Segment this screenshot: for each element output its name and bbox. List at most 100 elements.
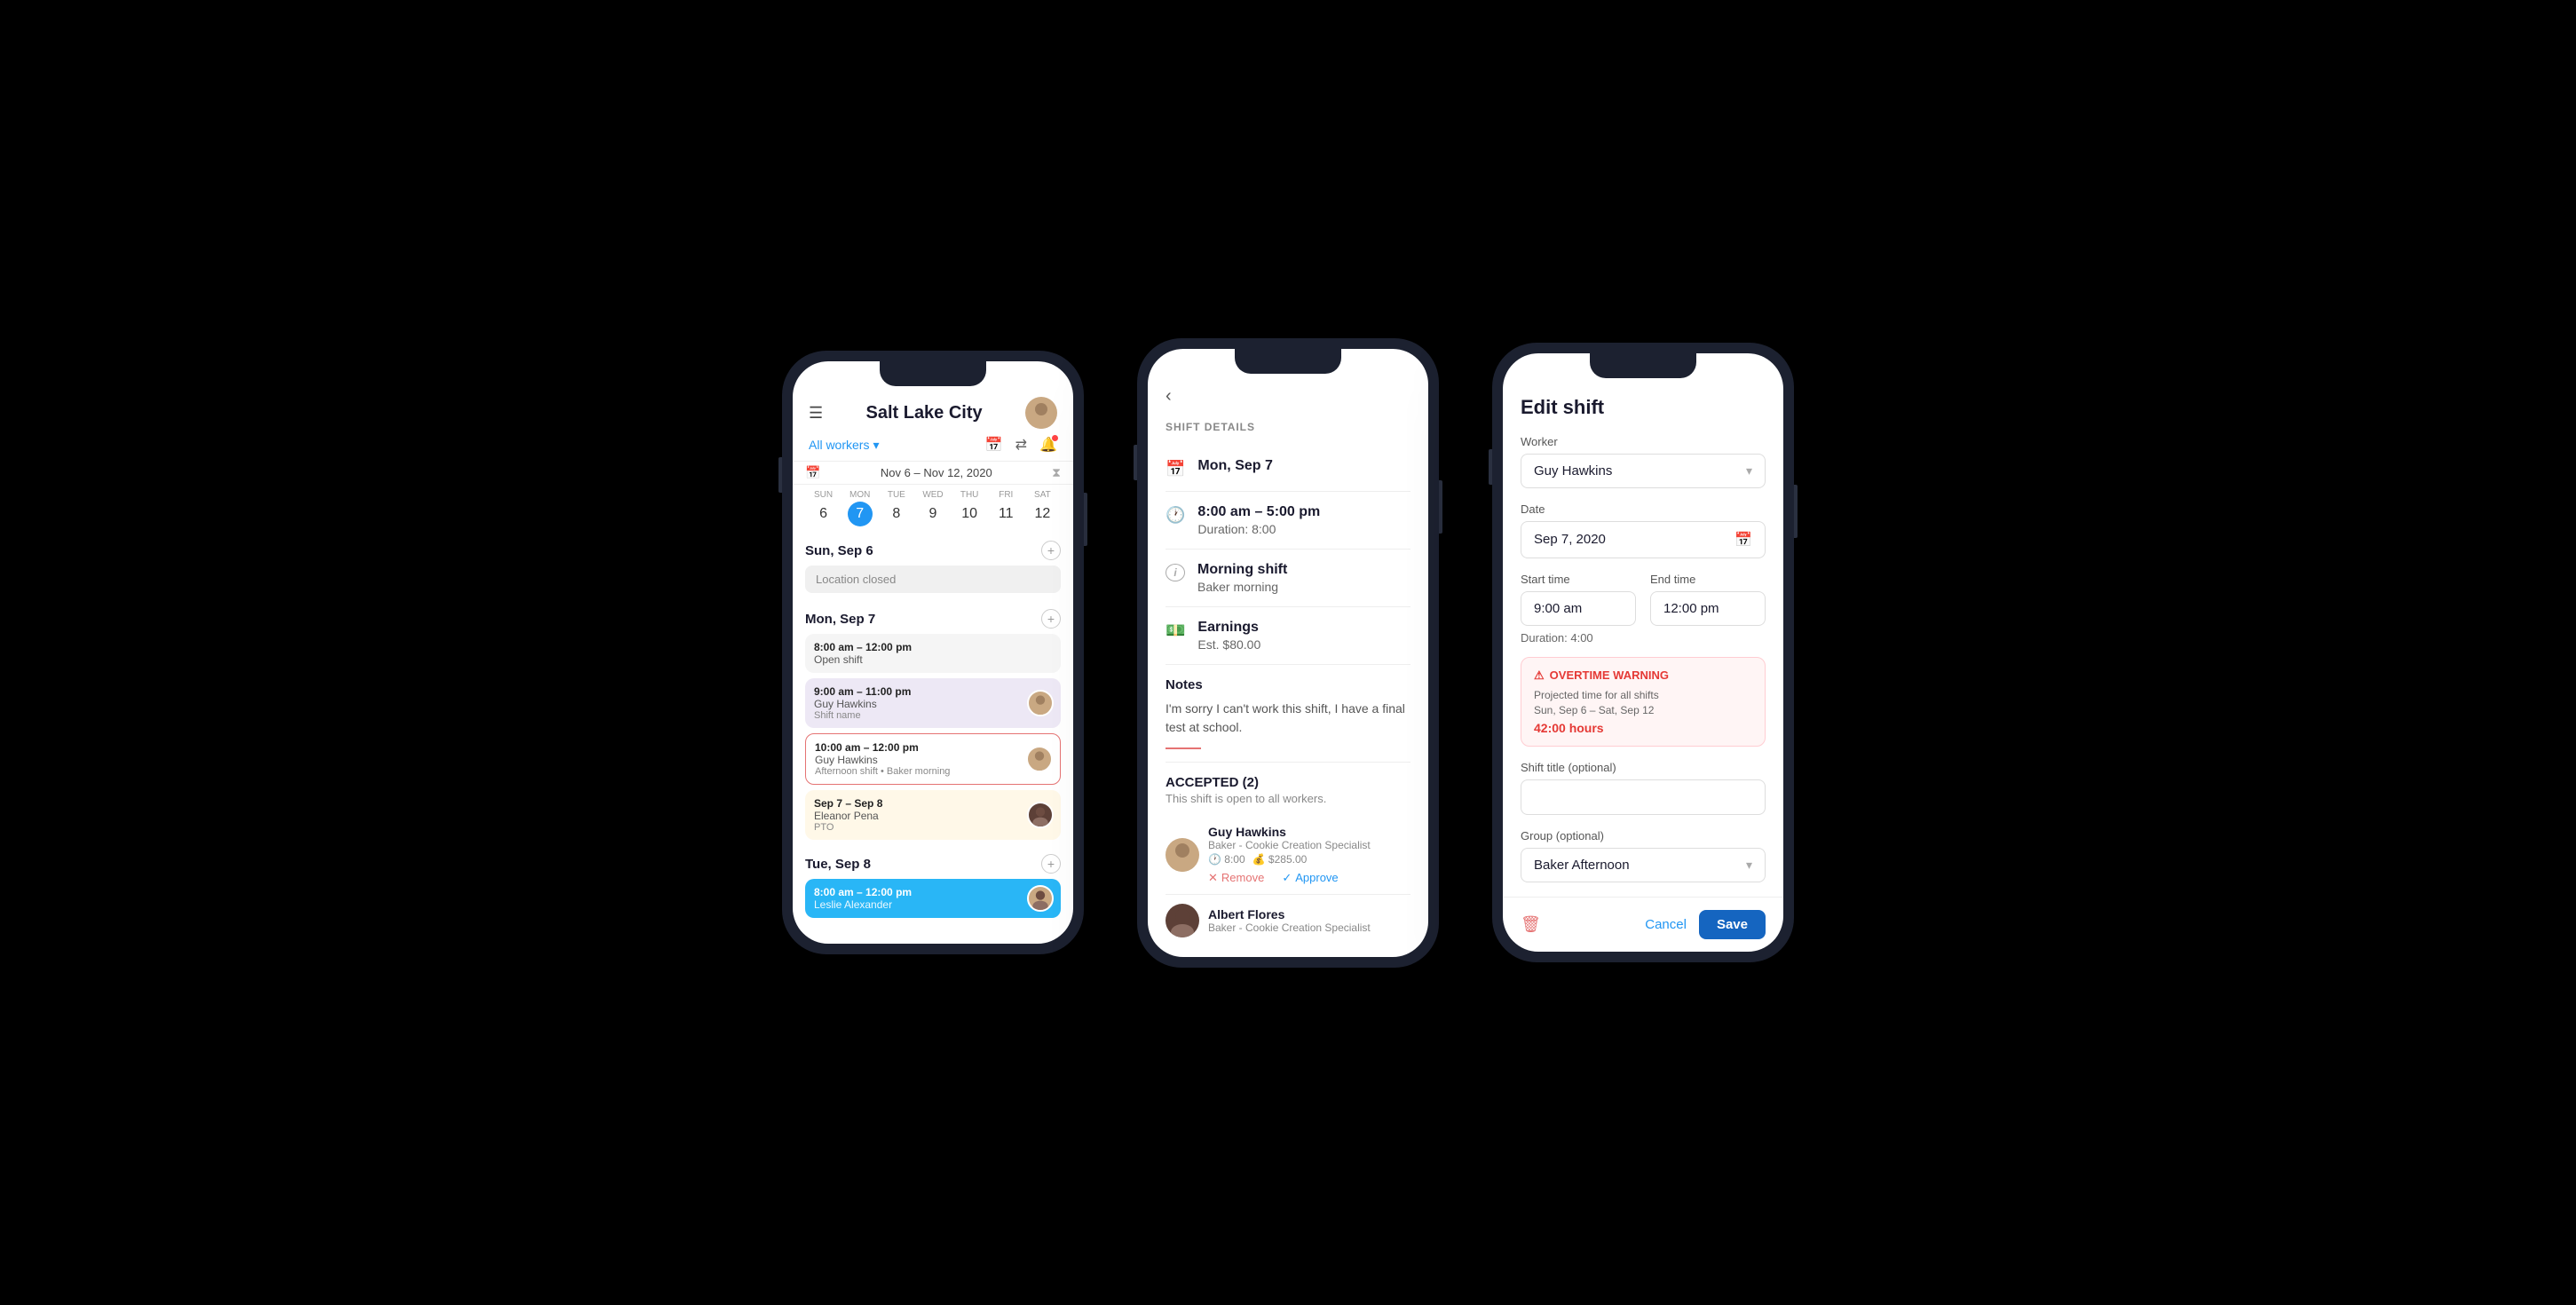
day-mon[interactable]: MON 7 xyxy=(842,490,878,526)
location-closed-label: Location closed xyxy=(805,566,1061,593)
end-time-label: End time xyxy=(1650,573,1766,586)
shift-sub: Shift name xyxy=(814,710,1052,721)
bottom-bar: 🗑 Cancel Save xyxy=(1503,897,1783,952)
notification-icon[interactable]: 🔔 xyxy=(1039,436,1057,454)
shift-time: 9:00 am – 11:00 pm xyxy=(814,685,1052,698)
warning-icon: ⚠ xyxy=(1534,668,1545,683)
p2-content: ‹ SHIFT DETAILS 📅 Mon, Sep 7 🕐 8:00 am –… xyxy=(1148,374,1428,957)
menu-icon[interactable]: ☰ xyxy=(809,404,823,423)
worker-actions: ✕ Remove ✓ Approve xyxy=(1208,871,1371,885)
mon-sep7-title: Mon, Sep 7 xyxy=(805,612,875,627)
time-row: 🕐 8:00 am – 5:00 pm Duration: 8:00 xyxy=(1166,492,1410,550)
shift-guy-purple[interactable]: 9:00 am – 11:00 pm Guy Hawkins Shift nam… xyxy=(805,678,1061,728)
shift-time: Sep 7 – Sep 8 xyxy=(814,797,1052,810)
shift-sub: Afternoon shift • Baker morning xyxy=(815,766,1051,777)
tue-sep8-add-btn[interactable]: + xyxy=(1041,854,1061,874)
shuffle-icon[interactable]: ⇄ xyxy=(1015,436,1027,454)
warning-hours: 42:00 hours xyxy=(1534,721,1752,735)
date-label: Date xyxy=(1521,502,1766,516)
shift-details-title: SHIFT DETAILS xyxy=(1166,414,1410,446)
shift-avatar xyxy=(1027,690,1054,716)
shift-title-input[interactable] xyxy=(1521,779,1766,815)
accepted-section: ACCEPTED (2) This shift is open to all w… xyxy=(1166,763,1410,957)
info-icon: i xyxy=(1166,564,1185,581)
phone-3-inner: Edit shift Worker Guy Hawkins ▾ Date Sep… xyxy=(1503,353,1783,953)
sun-sep6-header: Sun, Sep 6 + xyxy=(805,532,1061,566)
cancel-button[interactable]: Cancel xyxy=(1645,917,1687,932)
shift-open[interactable]: 8:00 am – 12:00 pm Open shift xyxy=(805,634,1061,673)
tue-sep8-title: Tue, Sep 8 xyxy=(805,857,871,872)
shift-time: 8:00 am – 5:00 pm xyxy=(1197,504,1320,520)
day-wed[interactable]: WED 9 xyxy=(914,490,951,526)
approve-icon: ✓ xyxy=(1282,871,1292,885)
warning-title: ⚠ OVERTIME WARNING xyxy=(1534,668,1752,683)
filter-icon-sm[interactable]: ⧗ xyxy=(1052,465,1061,480)
duration-label: Duration: 4:00 xyxy=(1521,631,1766,645)
days-row: SUN 6 MON 7 TUE 8 WED 9 xyxy=(793,485,1073,532)
group-select[interactable]: Baker Afternoon ▾ xyxy=(1521,848,1766,882)
shift-avatar-wrap xyxy=(1027,802,1054,828)
worker-role: Baker - Cookie Creation Specialist xyxy=(1208,839,1371,851)
calendar-icon[interactable]: 📅 xyxy=(985,436,1003,454)
day-fri[interactable]: FRI 11 xyxy=(988,490,1024,526)
worker-name: Guy Hawkins xyxy=(1208,825,1371,839)
date-value: Sep 7, 2020 xyxy=(1534,532,1606,547)
phone-2-notch xyxy=(1235,349,1341,374)
p1-filters: All workers ▾ 📅 ⇄ 🔔 xyxy=(793,436,1073,461)
phone-3: Edit shift Worker Guy Hawkins ▾ Date Sep… xyxy=(1492,343,1794,963)
time-row: Start time 9:00 am End time 12:00 pm xyxy=(1521,573,1766,626)
tue-sep8-header: Tue, Sep 8 + xyxy=(805,845,1061,879)
phone-1: ☰ Salt Lake City All workers ▾ 📅 ⇄ xyxy=(782,351,1084,954)
edit-shift-title: Edit shift xyxy=(1521,396,1766,419)
shift-eleanor[interactable]: Sep 7 – Sep 8 Eleanor Pena PTO xyxy=(805,790,1061,840)
phone-2-inner: ‹ SHIFT DETAILS 📅 Mon, Sep 7 🕐 8:00 am –… xyxy=(1148,349,1428,957)
sun-sep6-add-btn[interactable]: + xyxy=(1041,541,1061,560)
start-time-input[interactable]: 9:00 am xyxy=(1521,591,1636,626)
shift-group: Baker morning xyxy=(1197,580,1287,594)
shift-date: Mon, Sep 7 xyxy=(1197,458,1272,474)
group-label: Group (optional) xyxy=(1521,829,1766,842)
worker-select[interactable]: Guy Hawkins ▾ xyxy=(1521,454,1766,488)
mon-sep7-add-btn[interactable]: + xyxy=(1041,609,1061,629)
week-nav: 📅 Nov 6 – Nov 12, 2020 ⧗ xyxy=(793,461,1073,485)
day-sat[interactable]: SAT 12 xyxy=(1024,490,1061,526)
back-button[interactable]: ‹ xyxy=(1166,374,1410,414)
avatar[interactable] xyxy=(1025,397,1057,429)
calendar-icon-sm: 📅 xyxy=(805,465,820,480)
calendar-icon: 📅 xyxy=(1734,531,1752,549)
phone-3-notch xyxy=(1590,353,1696,378)
remove-button[interactable]: ✕ Remove xyxy=(1208,871,1264,885)
end-time-input[interactable]: 12:00 pm xyxy=(1650,591,1766,626)
warning-text: Projected time for all shifts xyxy=(1534,688,1752,703)
save-button[interactable]: Save xyxy=(1699,910,1766,939)
delete-button[interactable]: 🗑 xyxy=(1521,915,1541,934)
shift-time: 10:00 am – 12:00 pm xyxy=(815,741,1051,754)
shift-avatar-wrap xyxy=(1027,690,1054,716)
end-time-value: 12:00 pm xyxy=(1663,601,1719,616)
phone-1-content: ☰ Salt Lake City All workers ▾ 📅 ⇄ xyxy=(793,386,1073,923)
workers-filter[interactable]: All workers ▾ xyxy=(809,438,880,453)
shift-avatar-wrap xyxy=(1027,885,1054,912)
notes-text: I'm sorry I can't work this shift, I hav… xyxy=(1166,700,1410,737)
date-row: 📅 Mon, Sep 7 xyxy=(1166,446,1410,492)
earnings-title: Earnings xyxy=(1197,620,1260,636)
shift-leslie[interactable]: 8:00 am – 12:00 pm Leslie Alexander xyxy=(805,879,1061,918)
approve-button[interactable]: ✓ Approve xyxy=(1282,871,1338,885)
day-sun[interactable]: SUN 6 xyxy=(805,490,842,526)
p3-content: Edit shift Worker Guy Hawkins ▾ Date Sep… xyxy=(1503,378,1783,883)
date-input[interactable]: Sep 7, 2020 📅 xyxy=(1521,521,1766,558)
header-icons: 📅 ⇄ 🔔 xyxy=(985,436,1057,454)
day-thu[interactable]: THU 10 xyxy=(952,490,988,526)
worker-row-guy: Guy Hawkins Baker - Cookie Creation Spec… xyxy=(1166,818,1410,892)
shift-avatar xyxy=(1027,885,1054,912)
shift-avatar xyxy=(1027,802,1054,828)
mon-sep7-header: Mon, Sep 7 + xyxy=(805,600,1061,634)
phone-1-notch xyxy=(880,361,986,386)
workers-filter-chevron: ▾ xyxy=(873,438,879,453)
shift-name: Leslie Alexander xyxy=(814,898,1052,911)
worker-value: Guy Hawkins xyxy=(1534,463,1612,478)
day-tue[interactable]: TUE 8 xyxy=(878,490,914,526)
shift-name: Guy Hawkins xyxy=(814,698,1052,710)
group-value: Baker Afternoon xyxy=(1534,858,1630,873)
shift-guy-outline[interactable]: 10:00 am – 12:00 pm Guy Hawkins Afternoo… xyxy=(805,733,1061,785)
